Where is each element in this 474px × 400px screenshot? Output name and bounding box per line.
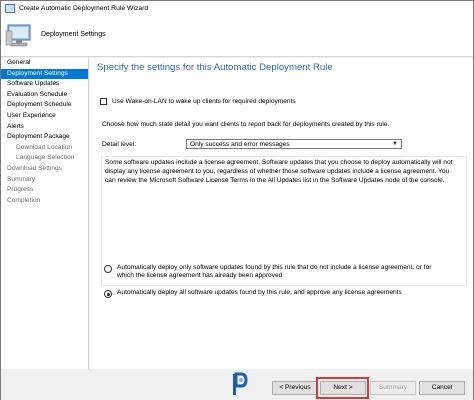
- previous-button[interactable]: < Previous: [272, 381, 318, 395]
- main-content: Specify the settings for this Automatic …: [90, 58, 473, 369]
- nav-item-progress[interactable]: Progress: [1, 185, 88, 196]
- summary-button[interactable]: Summary: [370, 381, 416, 395]
- wizard-nav: General Deployment Settings Software Upd…: [1, 58, 89, 369]
- wizard-window: Create Automatic Deployment Rule Wizard …: [0, 0, 474, 400]
- license-option-approve-all[interactable]: Automatically deploy all software update…: [104, 289, 402, 298]
- page-header-title: Deployment Settings: [41, 31, 106, 38]
- cancel-button[interactable]: Cancel: [419, 381, 465, 395]
- nav-item-download-location[interactable]: Download Location: [1, 143, 88, 154]
- detail-level-select[interactable]: Only success and error messages ▼: [186, 139, 402, 149]
- nav-item-completion[interactable]: Completion: [1, 196, 88, 207]
- next-button[interactable]: Next >: [320, 381, 366, 395]
- license-option-approve-all-radio[interactable]: [104, 290, 112, 298]
- detail-level-row: Detail level: Only success and error mes…: [102, 139, 402, 149]
- wizard-footer: < Previous Next > Summary Cancel: [1, 369, 473, 400]
- wake-on-lan-label: Use Wake-on-LAN to wake up clients for r…: [112, 98, 296, 105]
- wake-on-lan-option[interactable]: Use Wake-on-LAN to wake up clients for r…: [100, 98, 296, 105]
- nav-item-evaluation-schedule[interactable]: Evaluation Schedule: [1, 90, 88, 101]
- license-option-approved-only-label: Automatically deploy only software updat…: [117, 264, 432, 280]
- detail-level-value: Only success and error messages: [190, 140, 290, 148]
- wake-on-lan-checkbox[interactable]: [100, 98, 107, 105]
- title-bar: Create Automatic Deployment Rule Wizard: [1, 1, 473, 16]
- prajwal-desai-logo-icon: [227, 370, 251, 398]
- page-title: Specify the settings for this Automatic …: [97, 62, 333, 73]
- window-title: Create Automatic Deployment Rule Wizard: [19, 5, 149, 12]
- detail-level-label: Detail level:: [102, 140, 137, 148]
- license-description: Some software updates include a license …: [105, 159, 453, 184]
- nav-item-download-settings[interactable]: Download Settings: [1, 164, 88, 175]
- detail-level-description: Choose how much state detail you want cl…: [102, 121, 390, 128]
- license-group: Some software updates include a license …: [101, 156, 467, 298]
- license-option-approved-only-radio[interactable]: [104, 265, 112, 273]
- nav-item-alerts[interactable]: Alerts: [1, 122, 88, 133]
- wizard-app-icon: [5, 4, 15, 13]
- computer-icon: [5, 24, 31, 47]
- nav-item-language-selection[interactable]: Language Selection: [1, 153, 88, 164]
- nav-item-deployment-settings[interactable]: Deployment Settings: [1, 68, 88, 80]
- wizard-header: Deployment Settings: [1, 16, 473, 57]
- license-option-approved-only[interactable]: Automatically deploy only software updat…: [104, 264, 447, 280]
- nav-item-deployment-schedule[interactable]: Deployment Schedule: [1, 100, 88, 111]
- nav-item-general[interactable]: General: [1, 58, 88, 69]
- chevron-down-icon[interactable]: ▼: [392, 140, 398, 149]
- nav-item-software-updates[interactable]: Software Updates: [1, 79, 88, 90]
- nav-item-user-experience[interactable]: User Experience: [1, 111, 88, 122]
- nav-item-summary[interactable]: Summary: [1, 175, 88, 186]
- nav-item-deployment-package[interactable]: Deployment Package: [1, 132, 88, 143]
- license-option-approve-all-label: Automatically deploy all software update…: [117, 289, 402, 296]
